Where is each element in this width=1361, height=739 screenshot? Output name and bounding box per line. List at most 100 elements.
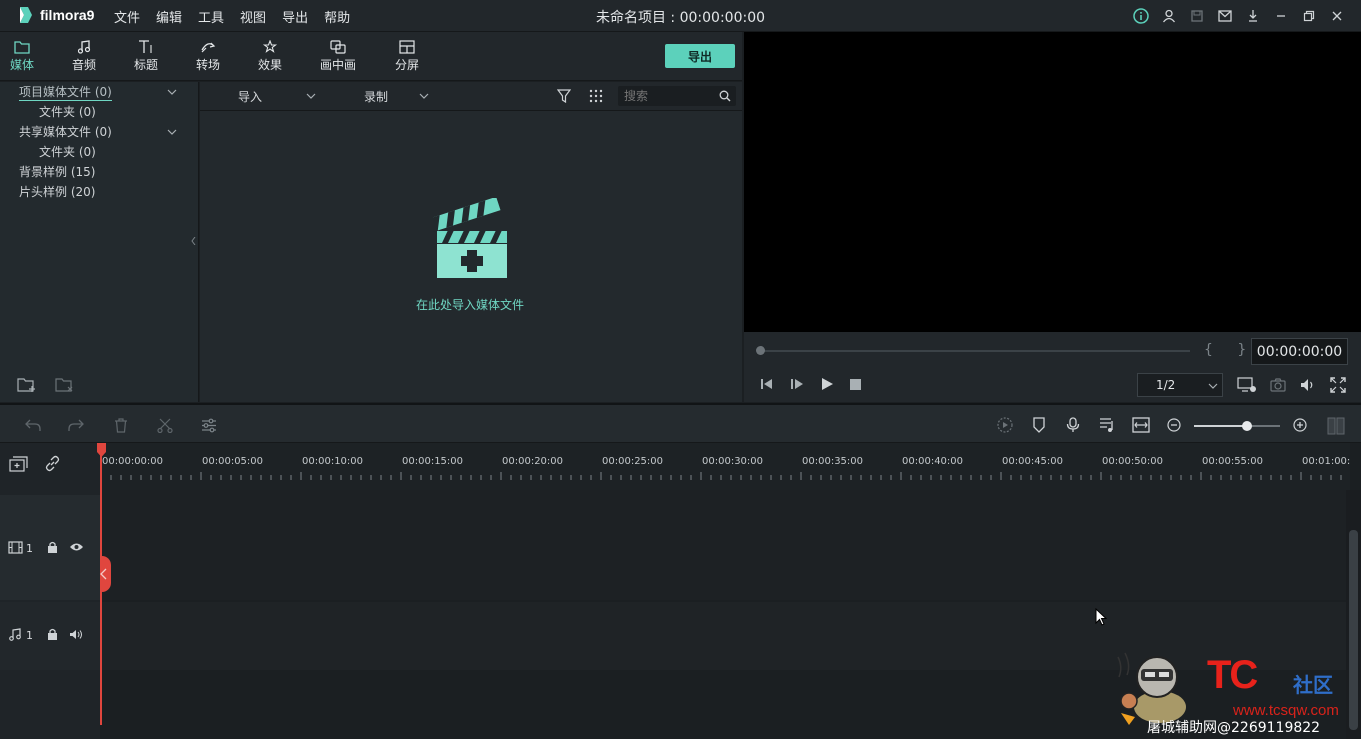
menu-view[interactable]: 视图 (240, 7, 266, 26)
stop-icon[interactable] (850, 379, 861, 390)
pip-icon (316, 38, 360, 56)
tree-item-shared-folder[interactable]: 文件夹 (0) (39, 143, 96, 160)
new-folder-icon[interactable] (17, 376, 37, 393)
previous-frame-icon[interactable] (760, 378, 774, 390)
video-track-lane[interactable] (100, 490, 1346, 600)
menu-export[interactable]: 导出 (282, 7, 308, 26)
chevron-down-icon[interactable] (419, 91, 429, 101)
import-dropdown[interactable]: 导入 (238, 88, 262, 105)
export-button[interactable]: 导出 (665, 44, 735, 68)
undo-icon[interactable] (25, 419, 41, 432)
audio-track-header: 1 (0, 602, 100, 670)
tab-effects[interactable]: 效果 (248, 38, 292, 73)
close-icon[interactable] (1323, 6, 1351, 26)
timeline-toolbar (0, 403, 1361, 443)
media-library-tree: 项目媒体文件 (0) 文件夹 (0) 共享媒体文件 (0) 文件夹 (0) 背景… (0, 82, 199, 402)
preview-screen (744, 32, 1361, 332)
zoom-in-icon[interactable] (1293, 418, 1307, 432)
ruler-time-label: 00:00:25:00 (602, 456, 664, 467)
next-frame-icon[interactable] (790, 378, 804, 390)
panel-layout-icon[interactable] (1327, 417, 1345, 435)
add-track-icon[interactable] (9, 456, 29, 472)
feature-tabs: 媒体 音频 标题 转场 效果 画中画 分屏 (0, 32, 742, 81)
redo-icon[interactable] (68, 419, 84, 432)
tab-split-screen[interactable]: 分屏 (385, 38, 429, 73)
search-icon[interactable] (719, 90, 731, 102)
save-icon[interactable] (1183, 6, 1211, 26)
display-settings-icon[interactable] (1237, 377, 1257, 393)
ruler-time-label: 00:00:50:00 (1102, 456, 1164, 467)
tree-item-project-media[interactable]: 项目媒体文件 (0) (19, 83, 112, 101)
tab-label: 标题 (133, 58, 158, 72)
chevron-down-icon[interactable] (167, 127, 177, 137)
video-track-number: 1 (26, 542, 33, 555)
chevron-down-icon[interactable] (306, 91, 316, 101)
menu-help[interactable]: 帮助 (324, 7, 350, 26)
marker-icon[interactable] (1032, 417, 1046, 433)
window-controls (1127, 6, 1351, 26)
tree-item-background-samples[interactable]: 背景样例 (15) (19, 163, 95, 180)
menu-file[interactable]: 文件 (114, 7, 140, 26)
tab-label: 效果 (257, 58, 282, 72)
collapse-panel-icon[interactable] (191, 237, 196, 245)
chevron-down-icon[interactable] (167, 87, 177, 97)
delete-icon[interactable] (114, 418, 128, 433)
minimize-icon[interactable] (1267, 6, 1295, 26)
transition-icon (186, 38, 230, 56)
split-screen-icon (385, 38, 429, 56)
play-icon[interactable] (821, 378, 833, 390)
zoom-out-icon[interactable] (1167, 418, 1181, 432)
tree-item-shared-media[interactable]: 共享媒体文件 (0) (19, 123, 112, 140)
volume-icon[interactable] (1300, 378, 1316, 392)
tab-titles[interactable]: 标题 (124, 38, 168, 73)
menu-tools[interactable]: 工具 (198, 7, 224, 26)
speaker-icon[interactable] (69, 629, 84, 640)
app-name: filmora9 (40, 7, 95, 23)
mail-icon[interactable] (1211, 6, 1239, 26)
render-preview-icon[interactable] (996, 417, 1014, 433)
tab-label: 音频 (71, 58, 96, 72)
preview-progress-track[interactable] (760, 350, 1190, 352)
audio-mixer-icon[interactable] (1099, 417, 1115, 433)
microphone-icon[interactable] (1066, 417, 1080, 433)
eye-icon[interactable] (69, 542, 84, 552)
preview-quality-select[interactable]: 1/2 (1137, 373, 1223, 397)
mark-in-out-icons[interactable]: { } (1204, 342, 1256, 358)
zoom-slider-handle[interactable] (1242, 421, 1252, 431)
lock-icon[interactable] (47, 628, 58, 640)
media-drop-area[interactable]: 在此处导入媒体文件 (200, 111, 742, 402)
tab-media[interactable]: 媒体 (0, 38, 44, 73)
audio-track-icon (9, 628, 21, 641)
link-icon[interactable] (44, 455, 61, 472)
tree-item-intro-samples[interactable]: 片头样例 (20) (19, 183, 95, 200)
info-icon[interactable] (1127, 6, 1155, 26)
cut-icon[interactable] (157, 418, 173, 433)
zoom-slider-fill (1194, 425, 1246, 427)
account-icon[interactable] (1155, 6, 1183, 26)
tab-label: 转场 (195, 58, 220, 72)
zoom-to-fit-icon[interactable] (1132, 417, 1150, 433)
grid-view-icon[interactable] (589, 89, 603, 103)
effects-icon (248, 38, 292, 56)
tree-item-project-folder[interactable]: 文件夹 (0) (39, 103, 96, 120)
ruler-time-label: 00:00:15:00 (402, 456, 464, 467)
import-media-hint[interactable]: 在此处导入媒体文件 (200, 296, 740, 313)
menu-edit[interactable]: 编辑 (156, 7, 182, 26)
tab-transitions[interactable]: 转场 (186, 38, 230, 73)
lock-icon[interactable] (47, 541, 58, 553)
filter-icon[interactable] (557, 89, 571, 103)
fullscreen-icon[interactable] (1330, 377, 1346, 393)
adjust-icon[interactable] (201, 418, 217, 433)
tab-pip[interactable]: 画中画 (316, 38, 360, 73)
delete-folder-icon[interactable] (55, 376, 75, 393)
record-dropdown[interactable]: 录制 (364, 88, 388, 105)
search-input[interactable] (624, 88, 714, 104)
snapshot-camera-icon[interactable] (1270, 378, 1286, 392)
download-icon[interactable] (1239, 6, 1267, 26)
restore-icon[interactable] (1295, 6, 1323, 26)
tab-audio[interactable]: 音频 (62, 38, 106, 73)
import-media-clapperboard-icon[interactable] (433, 198, 509, 280)
ruler-time-label: 00:00:55:00 (1202, 456, 1264, 467)
chevron-left-icon (100, 568, 107, 580)
preview-progress-handle[interactable] (756, 346, 765, 355)
